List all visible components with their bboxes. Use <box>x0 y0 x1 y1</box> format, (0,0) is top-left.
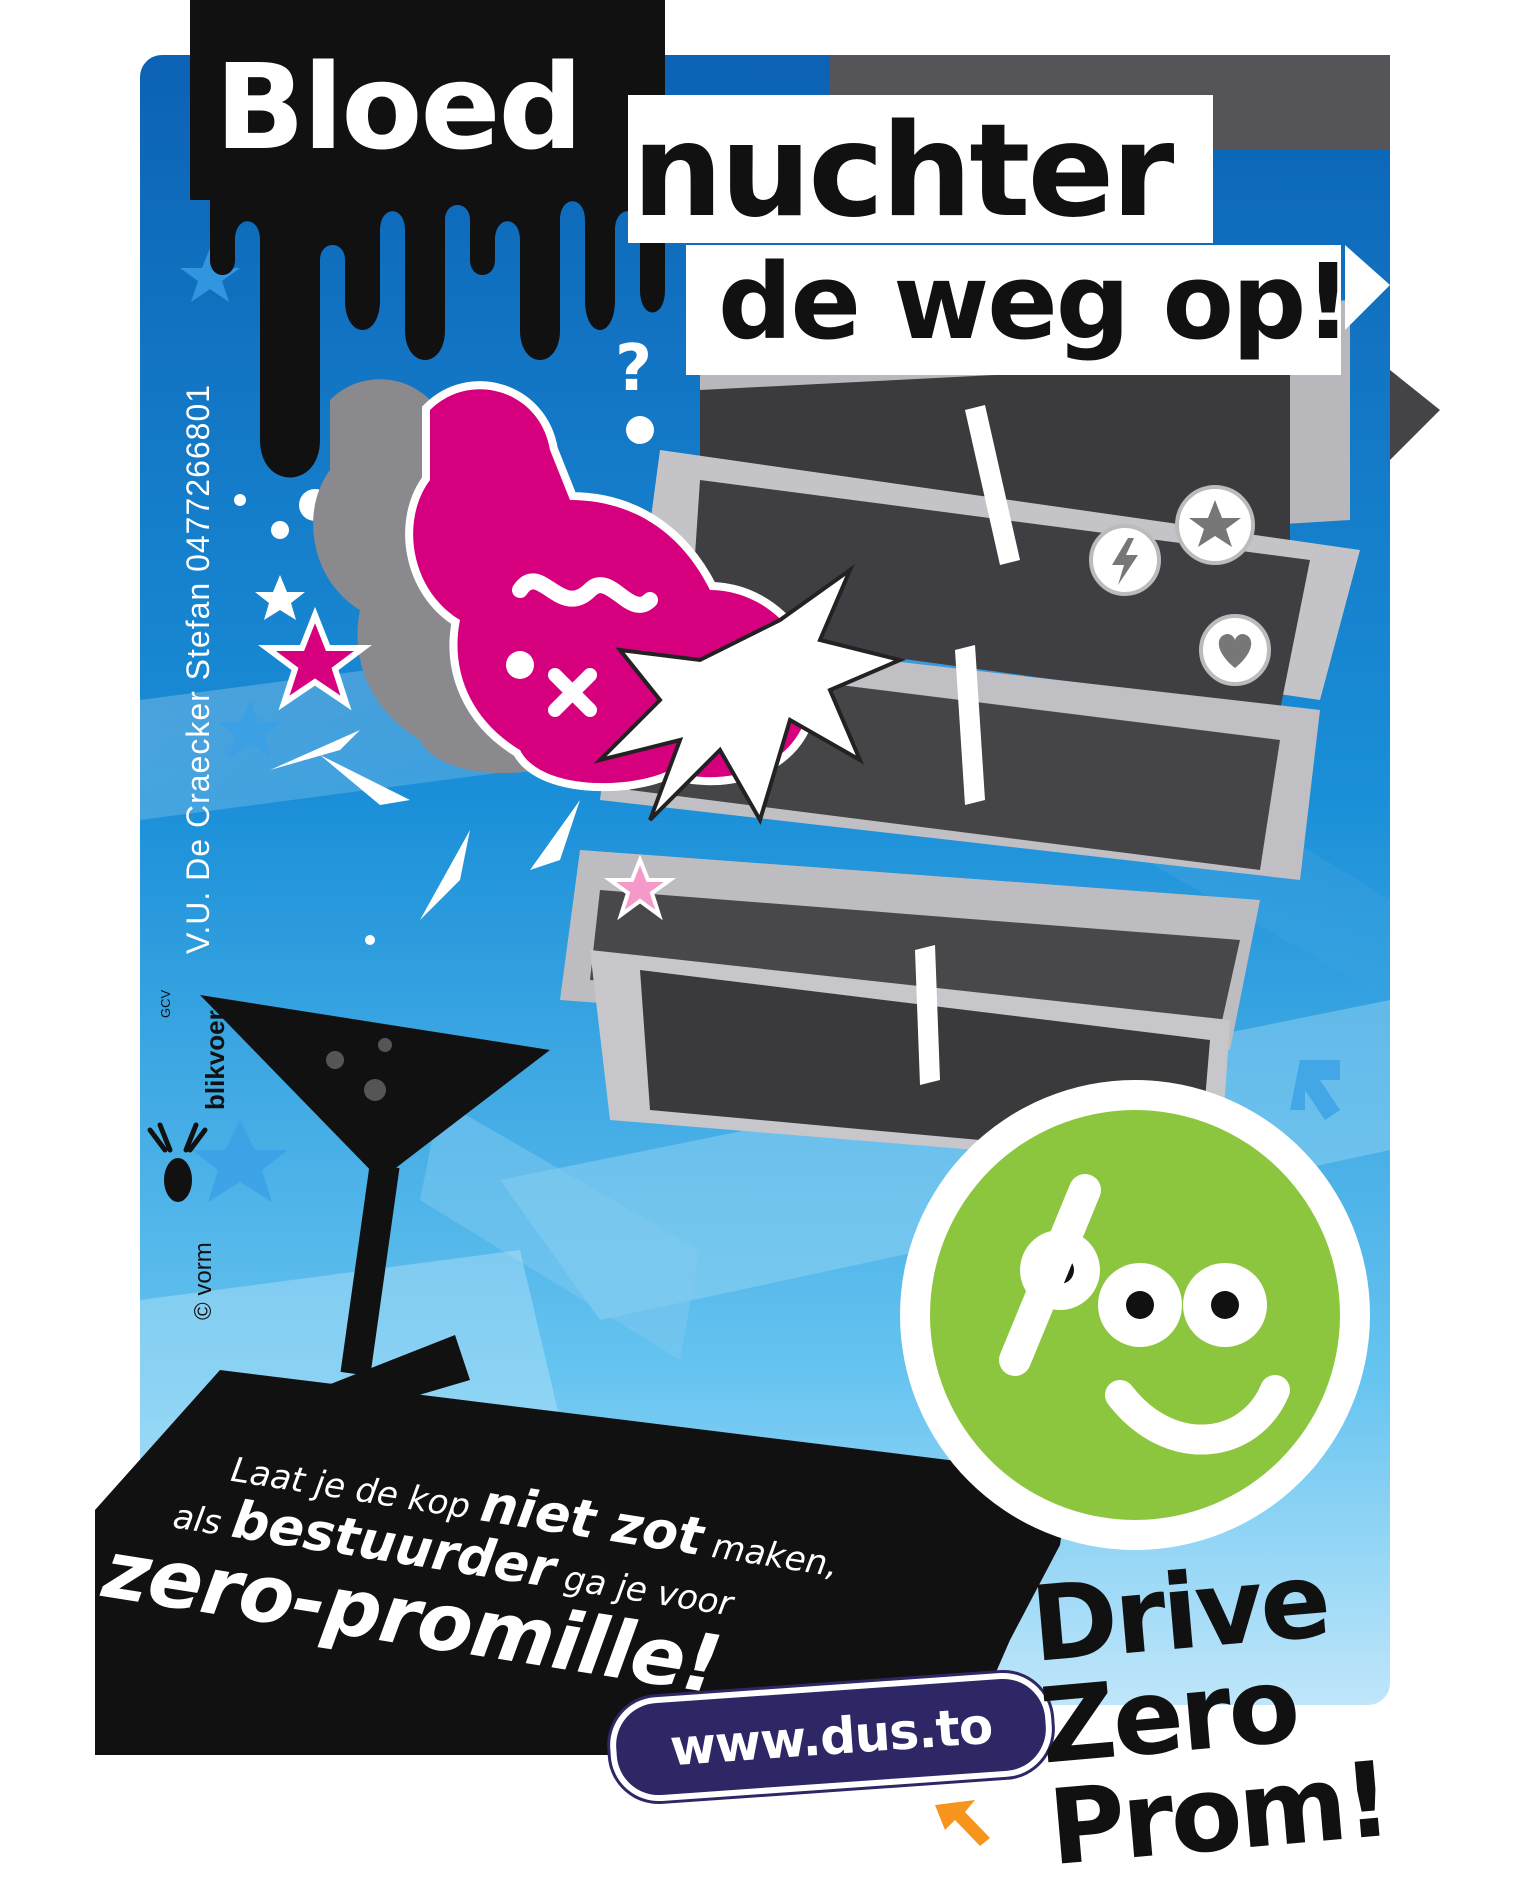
publisher-credit: V.U. De Craecker Stefan 0477266801 <box>180 383 216 954</box>
headline-line-de-weg-op: de weg op! <box>718 241 1352 363</box>
question-mark-icon: ? <box>615 332 652 406</box>
blikvoer-logo-text: blikvoer <box>200 1010 230 1110</box>
headline-word-bloed: Bloed <box>215 38 583 176</box>
headline-word-nuchter: nuchter <box>632 97 1174 246</box>
drive-zero-prom-tagline: Drive Zero Prom! <box>1026 1539 1394 1890</box>
tagline-line-3: Prom! <box>1044 1737 1394 1890</box>
copyright-vorm: © vorm <box>190 1242 217 1320</box>
zero-promille-badge <box>900 1080 1370 1550</box>
website-url[interactable]: www.dus.to <box>668 1697 994 1777</box>
cursor-arrow-icon <box>935 1800 990 1846</box>
gcv-label: GCV <box>158 989 173 1018</box>
